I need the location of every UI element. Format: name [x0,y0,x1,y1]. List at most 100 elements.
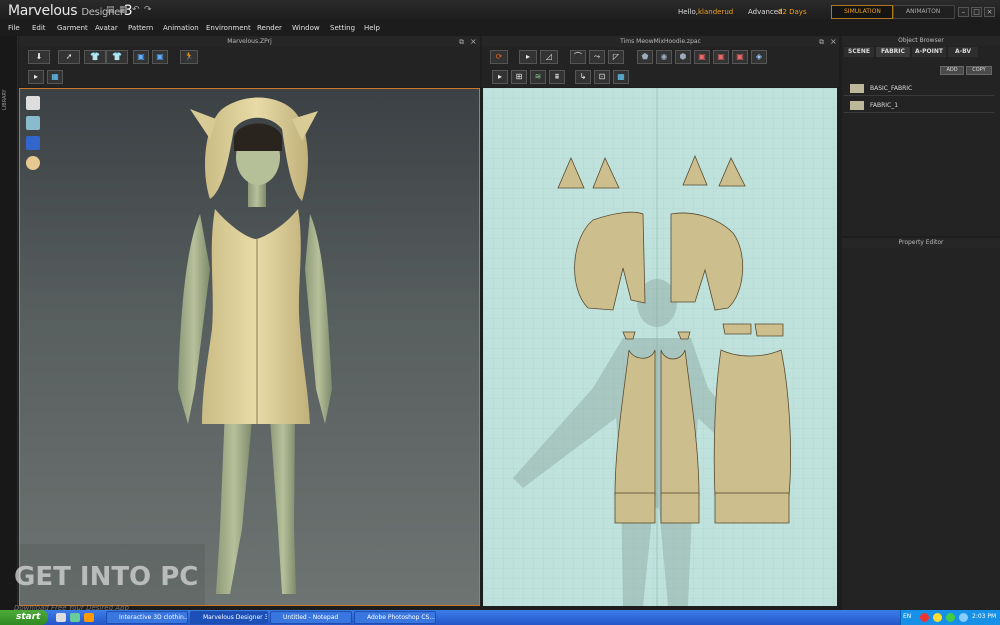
tray-icon[interactable] [920,613,929,622]
avatar-cube-icon[interactable] [26,136,40,150]
circle-button[interactable]: ⬢ [675,50,691,64]
taskbar-item-notepad[interactable]: Untitled - Notepad [270,611,352,624]
quicklaunch-icon[interactable] [70,613,80,622]
shirt-blue-2-button[interactable]: ▣ [152,50,168,64]
edit-pattern-button[interactable]: ◿ [540,50,558,64]
avatar-shirt-icon[interactable] [26,96,40,110]
menu-setting[interactable]: Setting [330,24,355,32]
object-browser-title: Object Browser [842,36,1000,46]
edit-curve-button[interactable]: ⌒ [570,50,586,64]
3d-panel-title: Marvelous.ZPrj [19,36,480,47]
animation-mode-button[interactable]: ANIMAITON [893,5,955,19]
tack-button[interactable]: ⩩ [549,70,565,84]
3d-panel-close-icon[interactable]: × [470,37,477,46]
maximize-button[interactable]: □ [971,7,982,17]
menu-help[interactable]: Help [364,24,380,32]
add-point-button[interactable]: ◸ [608,50,624,64]
shirt-blue-button[interactable]: ▣ [133,50,149,64]
tool-grid-button[interactable]: ▦ [47,70,63,84]
username: klanderud [698,8,734,16]
avatar-face-icon[interactable] [26,156,40,170]
fabric-name: BASIC_FABRIC [870,85,913,92]
minimize-button[interactable]: – [958,7,969,17]
quicklaunch-icon[interactable] [56,613,66,622]
menu-animation[interactable]: Animation [163,24,199,32]
3d-viewport[interactable] [19,88,480,606]
simulation-label: SIMULATION [844,8,881,15]
fold-button[interactable]: ↳ [575,70,591,84]
rectangle-button[interactable]: ◉ [656,50,672,64]
library-strip[interactable] [0,36,18,610]
menu-pattern[interactable]: Pattern [128,24,153,32]
watermark-logo: GET INTO PC [14,562,199,592]
taskbar-item-photoshop[interactable]: Adobe Photoshop CS... [354,611,436,624]
menu-environment[interactable]: Environment [206,24,251,32]
edit-sewing-button[interactable]: ≋ [530,70,546,84]
fabric-name: FABRIC_1 [870,102,899,109]
reset-2d-button[interactable]: ⟳ [490,50,508,64]
menu-window[interactable]: Window [292,24,320,32]
tray-icon[interactable] [933,613,942,622]
garment-tool-button[interactable]: 👕 [84,50,106,64]
language-indicator[interactable]: EN [903,613,911,620]
animation-label: ANIMAITON [906,8,941,15]
segment-sewing-button[interactable]: ▸ [492,70,508,84]
fabric-swatch [850,84,864,93]
2d-panel-title: Tims MeowMixHoodie.zpac [482,36,839,47]
quicklaunch-icon[interactable] [84,613,94,622]
simulation-mode-button[interactable]: SIMULATION [831,5,893,19]
hello-label: Hello, [678,8,698,16]
dart-button[interactable]: ◈ [751,50,767,64]
menu-render[interactable]: Render [257,24,282,32]
3d-panel-float-icon[interactable]: ⧉ [459,38,464,47]
library-label[interactable]: LIBRARY [2,60,16,110]
redo-icon[interactable]: ↷ [144,6,153,15]
internal-polygon-button[interactable]: ▣ [694,50,710,64]
start-button[interactable]: start [0,610,48,625]
avatar-pose-button[interactable]: 🏃 [180,50,198,64]
menu-edit[interactable]: Edit [32,24,46,32]
undo-icon[interactable]: ↶ [132,6,141,15]
save-icon[interactable]: ▤ [106,6,115,15]
clock: 2:03 PM [972,613,997,620]
menu-avatar[interactable]: Avatar [95,24,118,32]
3d-avatar-render [20,97,332,605]
license-days: 22 Days [778,8,807,16]
fabric-swatch [850,101,864,110]
taskbar-item-marvelous[interactable]: Marvelous Designer 3... [190,611,268,624]
folder-icon[interactable]: ▦ [119,6,128,15]
tab-fabric[interactable]: FABRIC [876,47,910,57]
free-sewing-button[interactable]: ⊞ [511,70,527,84]
texture-button[interactable]: ▦ [613,70,629,84]
transform-pattern-button[interactable]: ▸ [519,50,537,64]
internal-rect-button[interactable]: ▣ [713,50,729,64]
internal-circle-button[interactable]: ▣ [732,50,748,64]
list-item[interactable]: FABRIC_1 [844,99,994,113]
menu-garment[interactable]: Garment [57,24,88,32]
taskbar-item-browser[interactable]: Interactive 3D clothin... [106,611,188,624]
2d-pattern-canvas [483,88,837,606]
2d-panel-float-icon[interactable]: ⧉ [819,38,824,47]
pin-button[interactable]: ⊡ [594,70,610,84]
property-editor-panel [842,238,1000,610]
copy-fabric-button[interactable]: COPY [966,66,992,75]
tray-icon[interactable] [959,613,968,622]
tab-a-point[interactable]: A-POINT [912,47,946,57]
polygon-button[interactable]: ⬟ [637,50,653,64]
close-button[interactable]: × [984,7,995,17]
select-tool-button[interactable]: ⬇ [28,50,50,64]
2d-panel-close-icon[interactable]: × [830,37,837,46]
tool-select-2-button[interactable]: ▸ [28,70,44,84]
menu-file[interactable]: File [8,24,20,32]
avatar-head-icon[interactable] [26,116,40,130]
add-fabric-button[interactable]: ADD [940,66,964,75]
list-item[interactable]: BASIC_FABRIC [844,82,994,96]
2d-pattern-window[interactable] [483,88,837,606]
garment-tool-2-button[interactable]: 👕 [106,50,128,64]
tray-icon[interactable] [946,613,955,622]
tab-scene[interactable]: SCENE [844,47,874,57]
select-move-tool-button[interactable]: ➚ [58,50,80,64]
property-editor-title: Property Editor [842,238,1000,248]
tab-a-bv[interactable]: A-BV [948,47,978,57]
edit-curvature-button[interactable]: ⤳ [589,50,605,64]
